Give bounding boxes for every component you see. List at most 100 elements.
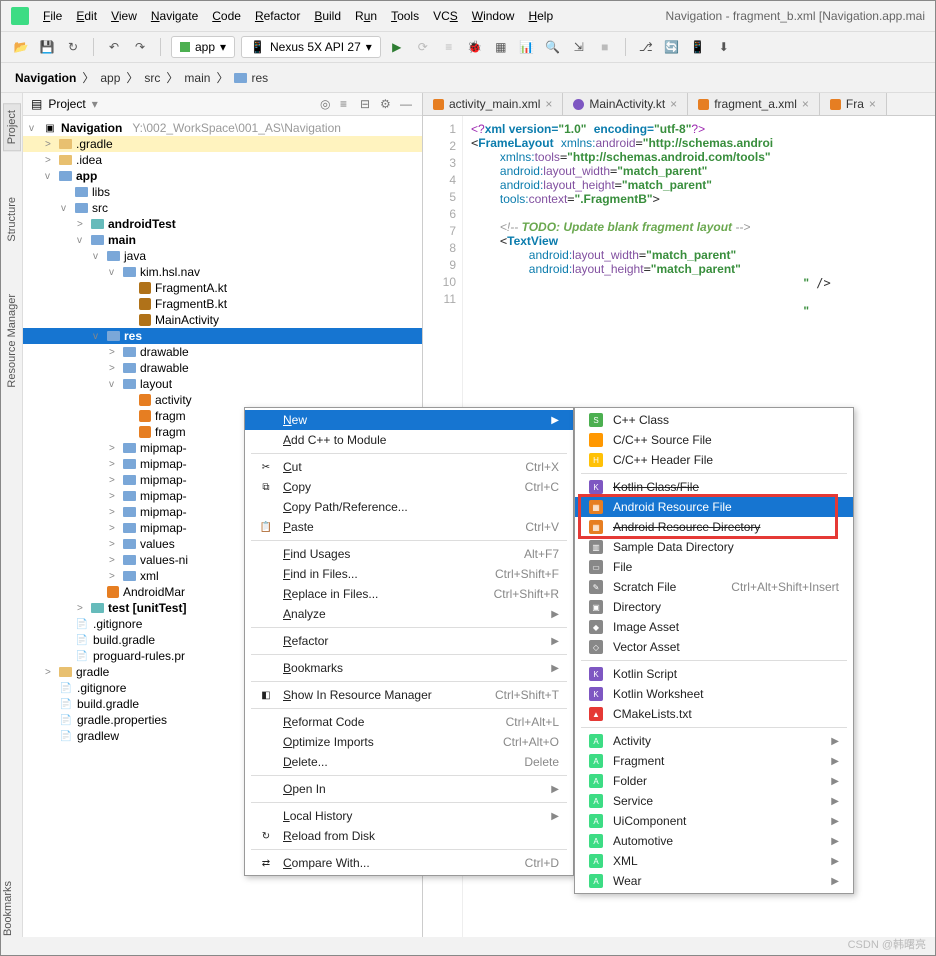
app-inspection-icon[interactable]: 🔍 — [543, 37, 563, 57]
menu-item[interactable]: ▭File — [575, 557, 853, 577]
run-config-dropdown[interactable]: app ▾ — [171, 36, 235, 58]
file-tab[interactable]: MainActivity.kt× — [563, 93, 688, 115]
git-branch-icon[interactable]: ⎇ — [636, 37, 656, 57]
menu-item[interactable]: AFragment▶ — [575, 751, 853, 771]
chevron-down-icon[interactable]: ▾ — [92, 97, 98, 111]
menu-item[interactable]: KKotlin Worksheet — [575, 684, 853, 704]
tree-row[interactable]: vkim.hsl.nav — [23, 264, 422, 280]
menu-help[interactable]: Help — [528, 9, 553, 23]
tree-row[interactable]: >.gradle — [23, 136, 422, 152]
run-icon[interactable]: ▶ — [387, 37, 407, 57]
vtab-resource-manager[interactable]: Resource Manager — [4, 288, 20, 394]
menu-item[interactable]: Reformat CodeCtrl+Alt+L — [245, 712, 573, 732]
close-icon[interactable]: × — [670, 97, 677, 111]
tree-root[interactable]: v▣ Navigation Y:\002_WorkSpace\001_AS\Na… — [23, 120, 422, 136]
menu-item[interactable]: AWear▶ — [575, 871, 853, 891]
file-tab[interactable]: activity_main.xml× — [423, 93, 563, 115]
avd-manager-icon[interactable]: 📱 — [688, 37, 708, 57]
menu-item[interactable]: Delete...Delete — [245, 752, 573, 772]
menu-code[interactable]: Code — [212, 9, 241, 23]
project-mode-label[interactable]: Project — [48, 97, 85, 111]
sync-icon[interactable]: 🔄 — [662, 37, 682, 57]
menu-item[interactable]: Add C++ to Module — [245, 430, 573, 450]
menu-item[interactable]: Bookmarks▶ — [245, 658, 573, 678]
close-icon[interactable]: × — [802, 97, 809, 111]
close-icon[interactable]: × — [869, 97, 876, 111]
file-tab[interactable]: Fra× — [820, 93, 887, 115]
menu-item[interactable]: Optimize ImportsCtrl+Alt+O — [245, 732, 573, 752]
menu-item[interactable]: Copy Path/Reference... — [245, 497, 573, 517]
menu-view[interactable]: View — [111, 9, 137, 23]
settings-icon[interactable]: ⚙ — [380, 97, 394, 111]
menu-build[interactable]: Build — [314, 9, 341, 23]
tree-row[interactable]: vsrc — [23, 200, 422, 216]
coverage-icon[interactable]: ▦ — [491, 37, 511, 57]
menu-item[interactable]: Open In▶ — [245, 779, 573, 799]
breadcrumb-item[interactable]: src — [144, 71, 160, 85]
menu-item[interactable]: AUiComponent▶ — [575, 811, 853, 831]
tree-row[interactable]: vlayout — [23, 376, 422, 392]
menu-item[interactable]: AActivity▶ — [575, 731, 853, 751]
save-all-icon[interactable]: 💾 — [37, 37, 57, 57]
redo-icon[interactable]: ↷ — [130, 37, 150, 57]
menu-item[interactable]: C/C++ Source File — [575, 430, 853, 450]
vtab-structure[interactable]: Structure — [4, 191, 20, 248]
tree-row[interactable]: vapp — [23, 168, 422, 184]
apply-code-changes-icon[interactable]: ≡ — [439, 37, 459, 57]
menu-item[interactable]: ✂CutCtrl+X — [245, 457, 573, 477]
debug-icon[interactable]: 🐞 — [465, 37, 485, 57]
apply-changes-icon[interactable]: ⟳ — [413, 37, 433, 57]
profiler-icon[interactable]: 📊 — [517, 37, 537, 57]
file-tab[interactable]: fragment_a.xml× — [688, 93, 820, 115]
vtab-bookmarks[interactable]: Bookmarks — [2, 881, 14, 936]
tree-row[interactable]: FragmentB.kt — [23, 296, 422, 312]
tree-row[interactable]: MainActivity — [23, 312, 422, 328]
menu-file[interactable]: File — [43, 9, 62, 23]
breadcrumb-item[interactable]: main — [184, 71, 210, 85]
menu-item[interactable]: ↻Reload from Disk — [245, 826, 573, 846]
menu-item[interactable]: ▣Directory — [575, 597, 853, 617]
menu-item[interactable]: SC++ Class — [575, 410, 853, 430]
breadcrumb-item[interactable]: Navigation — [15, 71, 76, 85]
menu-item[interactable]: ◇Vector Asset — [575, 637, 853, 657]
menu-item[interactable]: Find in Files...Ctrl+Shift+F — [245, 564, 573, 584]
menu-item[interactable]: Refactor▶ — [245, 631, 573, 651]
submenu-new[interactable]: SC++ ClassC/C++ Source FileHC/C++ Header… — [574, 407, 854, 894]
attach-debugger-icon[interactable]: ⇲ — [569, 37, 589, 57]
menu-item[interactable]: Analyze▶ — [245, 604, 573, 624]
menu-window[interactable]: Window — [472, 9, 515, 23]
menu-item[interactable]: HC/C++ Header File — [575, 450, 853, 470]
menu-item[interactable]: ▲CMakeLists.txt — [575, 704, 853, 724]
menu-item[interactable]: AFolder▶ — [575, 771, 853, 791]
menu-item[interactable]: KKotlin Script — [575, 664, 853, 684]
tree-row[interactable]: >drawable — [23, 344, 422, 360]
menu-vcs[interactable]: VCS — [433, 9, 458, 23]
menu-tools[interactable]: Tools — [391, 9, 419, 23]
tree-row[interactable]: libs — [23, 184, 422, 200]
collapse-all-icon[interactable]: ⊟ — [360, 97, 374, 111]
tree-row[interactable]: vres — [23, 328, 422, 344]
menu-item[interactable]: ⧉CopyCtrl+C — [245, 477, 573, 497]
menu-item[interactable]: ▥Sample Data Directory — [575, 537, 853, 557]
menu-run[interactable]: Run — [355, 9, 377, 23]
menu-item[interactable]: Find UsagesAlt+F7 — [245, 544, 573, 564]
locate-icon[interactable]: ◎ — [320, 97, 334, 111]
device-dropdown[interactable]: 📱 Nexus 5X API 27 ▾ — [241, 36, 381, 58]
reload-icon[interactable]: ↻ — [63, 37, 83, 57]
menu-item[interactable]: ◆Image Asset — [575, 617, 853, 637]
menu-item[interactable]: Replace in Files...Ctrl+Shift+R — [245, 584, 573, 604]
tree-row[interactable]: activity — [23, 392, 422, 408]
breadcrumb-item[interactable]: res — [251, 71, 268, 85]
tree-row[interactable]: vmain — [23, 232, 422, 248]
menu-navigate[interactable]: Navigate — [151, 9, 198, 23]
expand-all-icon[interactable]: ≡ — [340, 97, 354, 111]
breadcrumb-item[interactable]: app — [100, 71, 120, 85]
tree-row[interactable]: >drawable — [23, 360, 422, 376]
context-menu[interactable]: New▶Add C++ to Module ✂CutCtrl+X⧉CopyCtrl… — [244, 407, 574, 876]
menu-item[interactable]: KKotlin Class/File — [575, 477, 853, 497]
vtab-project[interactable]: Project — [3, 103, 21, 151]
close-icon[interactable]: × — [545, 97, 552, 111]
menu-item[interactable]: New▶ — [245, 410, 573, 430]
tree-row[interactable]: >androidTest — [23, 216, 422, 232]
hide-icon[interactable]: — — [400, 97, 414, 111]
